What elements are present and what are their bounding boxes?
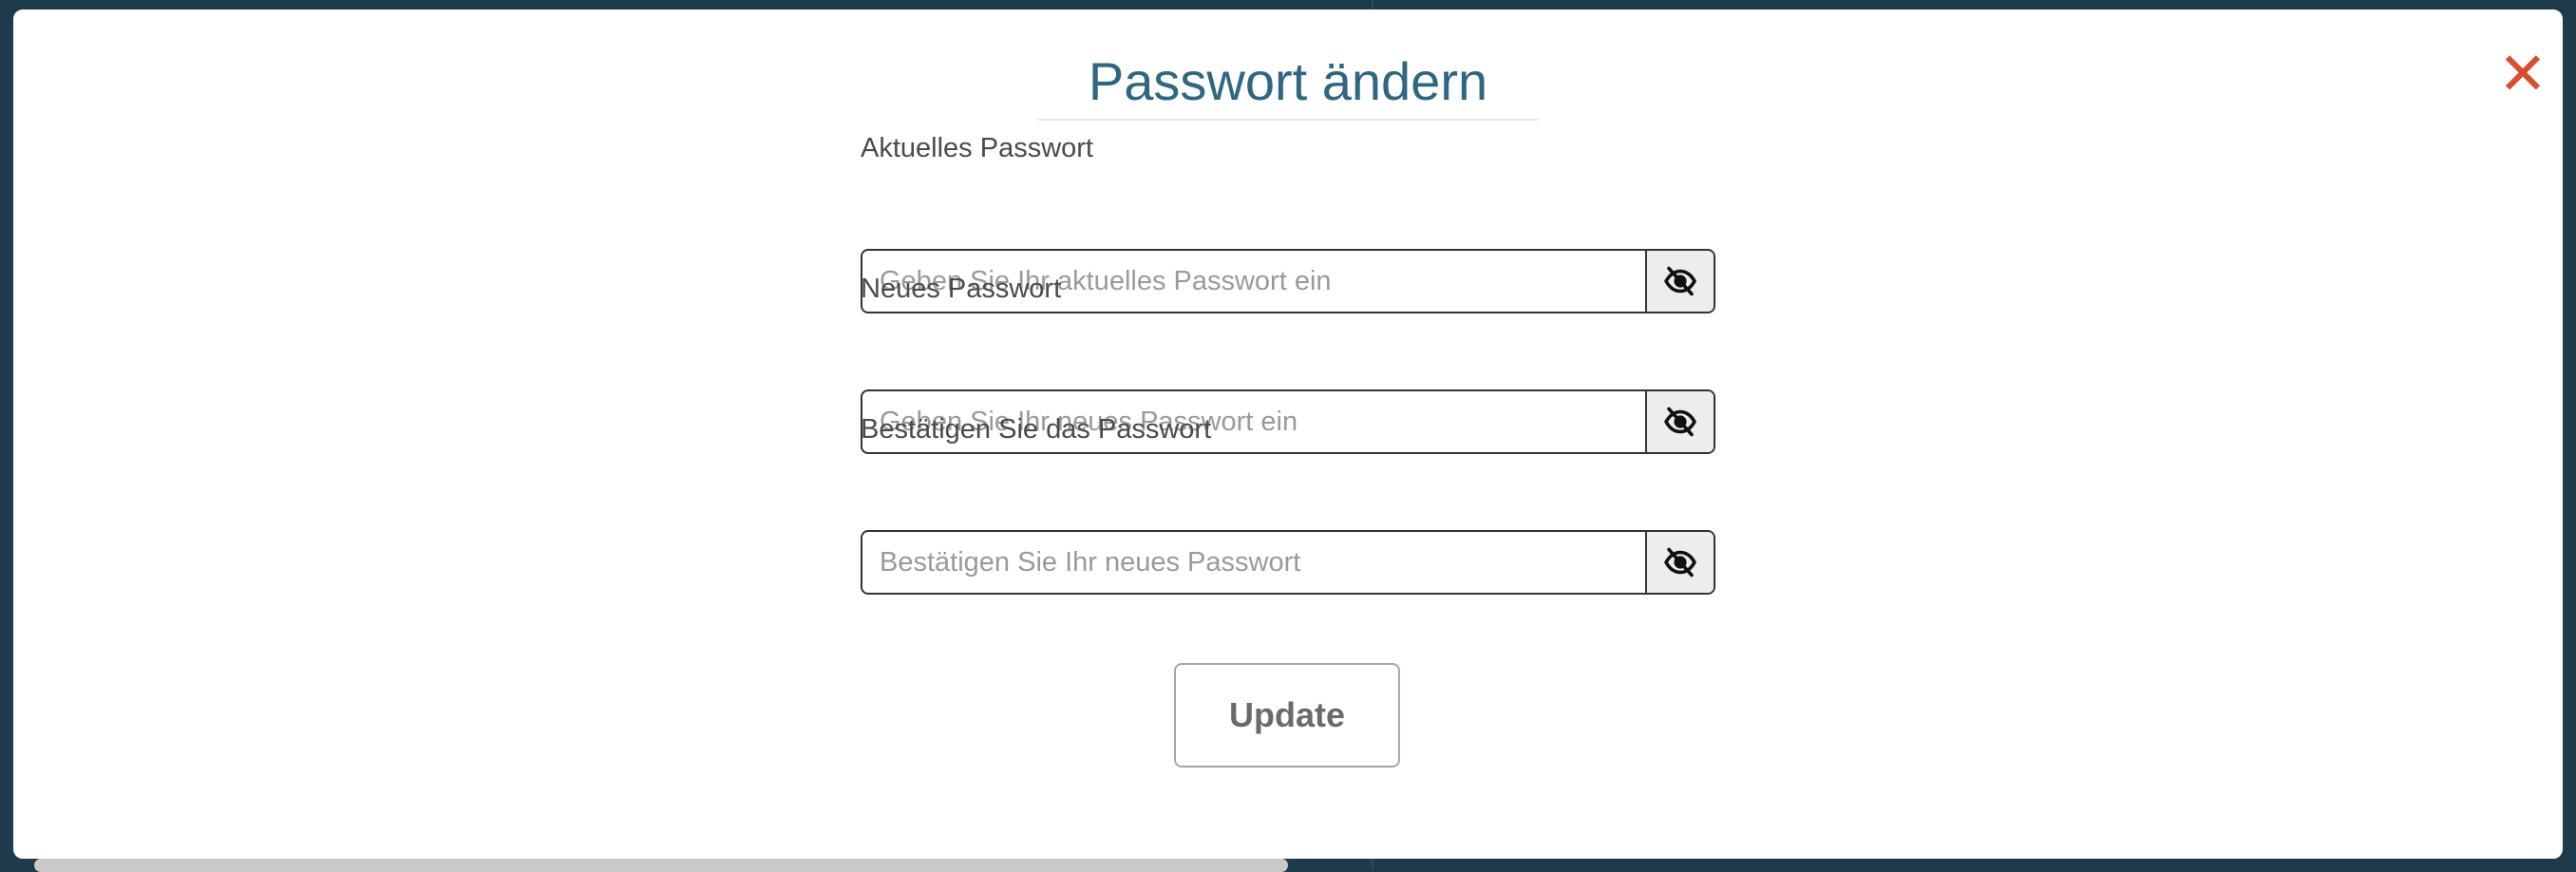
- toggle-current-password-visibility-button[interactable]: [1645, 251, 1714, 312]
- confirm-password-input[interactable]: [862, 532, 1645, 593]
- new-password-label: Neues Passwort: [861, 274, 1062, 304]
- title-divider: [1037, 119, 1539, 121]
- current-password-label: Aktuelles Passwort: [861, 133, 1093, 163]
- confirm-password-label: Bestätigen Sie das Passwort: [861, 414, 1212, 445]
- update-button[interactable]: Update: [1174, 663, 1400, 768]
- eye-slash-icon: [1664, 407, 1696, 437]
- confirm-password-group: [861, 530, 1715, 595]
- close-icon: ✕: [2498, 39, 2548, 108]
- close-button[interactable]: ✕: [2496, 45, 2549, 104]
- eye-slash-icon: [1664, 266, 1696, 296]
- toggle-confirm-password-visibility-button[interactable]: [1645, 532, 1714, 593]
- dialog-title: Passwort ändern: [1088, 51, 1488, 111]
- change-password-dialog: Passwort ändern ✕ Aktuelles Passwort Neu…: [13, 9, 2563, 859]
- eye-slash-icon: [1664, 547, 1696, 578]
- toggle-new-password-visibility-button[interactable]: [1645, 391, 1714, 452]
